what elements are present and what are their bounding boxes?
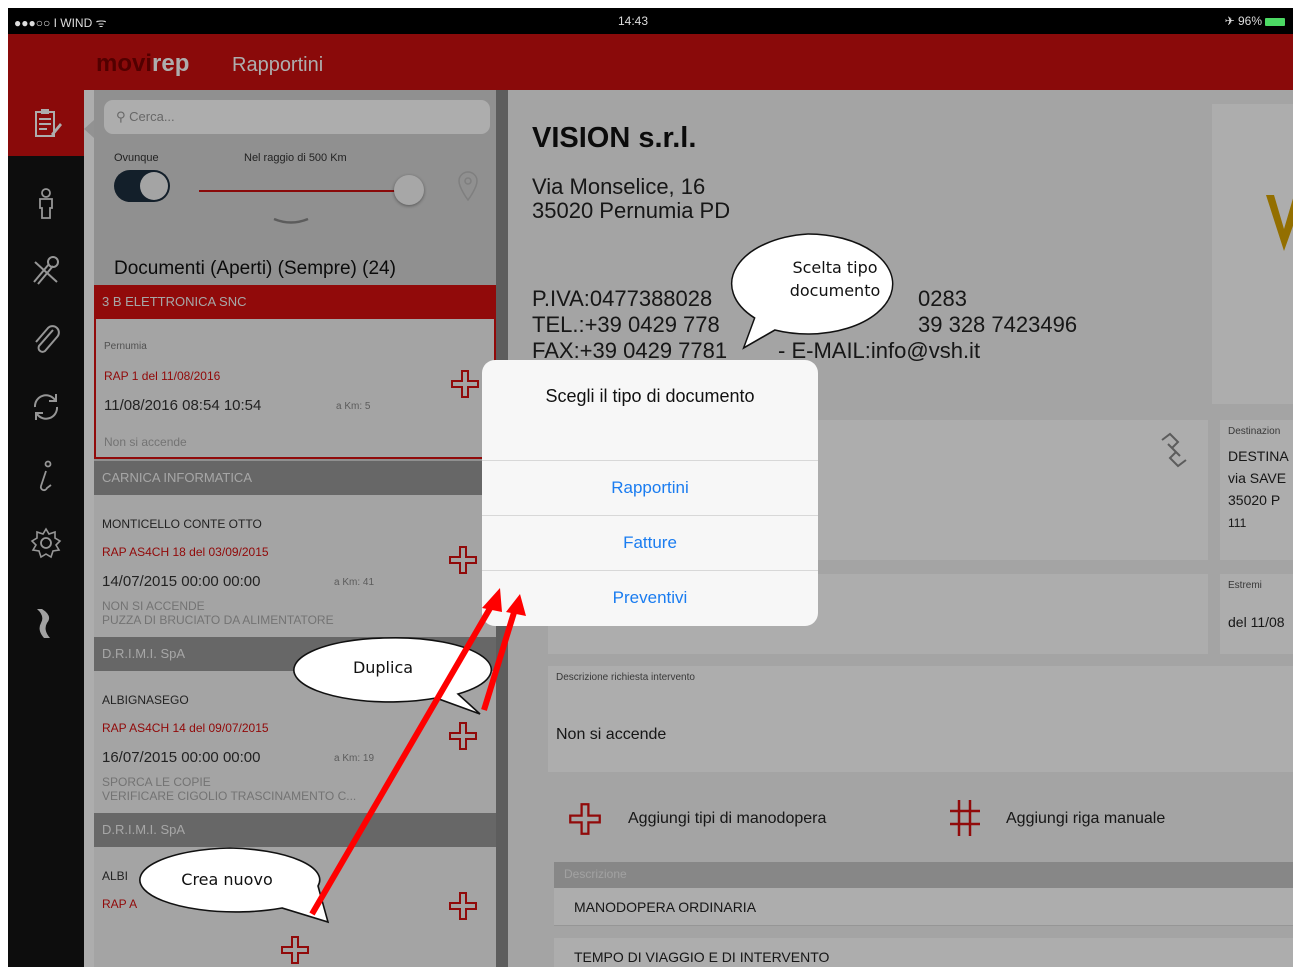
carrier-signal: ●●●○○ I WIND ᯤ xyxy=(14,16,107,30)
battery-icon xyxy=(1265,17,1285,26)
clock: 14:43 xyxy=(618,14,649,28)
callout-document-type-line1: Scelta tipo xyxy=(792,258,878,277)
callout-document-type-line2: documento xyxy=(789,281,881,300)
dialog-title: Scegli il tipo di documento xyxy=(545,386,755,406)
option-preventivi[interactable]: Preventivi xyxy=(482,570,818,625)
status-bar: ●●●○○ I WIND ᯤ 14:43 ✈ 96% xyxy=(8,8,1293,34)
battery-label: ✈ 96% xyxy=(1224,14,1262,28)
document-type-dialog: Scegli il tipo di documento Rapportini F… xyxy=(482,360,818,626)
callout-create-text: Crea nuovo xyxy=(181,870,273,889)
callout-duplicate: Duplica xyxy=(288,636,493,716)
app-window: ●●●○○ I WIND ᯤ 14:43 ✈ 96% movirep Rappo… xyxy=(8,8,1293,967)
option-rapportini[interactable]: Rapportini xyxy=(482,460,818,515)
callout-document-type: Scelta tipo documento xyxy=(730,230,940,350)
battery-status: ✈ 96% xyxy=(1225,14,1285,28)
callout-duplicate-text: Duplica xyxy=(352,658,414,677)
option-fatture[interactable]: Fatture xyxy=(482,515,818,570)
callout-create: Crea nuovo xyxy=(132,846,332,926)
